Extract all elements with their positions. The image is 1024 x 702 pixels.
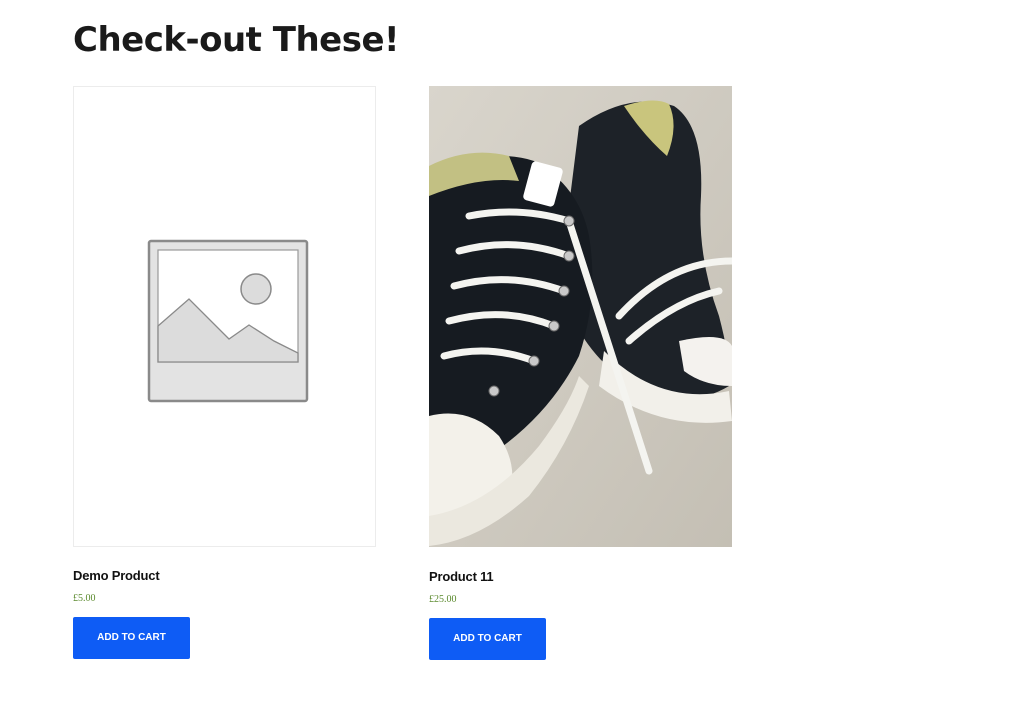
product-name[interactable]: Demo Product [73, 568, 377, 584]
product-card: Demo Product £5.00 ADD TO CART [73, 86, 377, 659]
page: Check-out These! Demo Product £5.00 ADD … [0, 0, 1024, 702]
product-price: £25.00 [429, 594, 457, 605]
product-image[interactable] [73, 86, 376, 547]
add-to-cart-button[interactable]: ADD TO CART [73, 617, 190, 659]
section-title: Check-out These! [73, 20, 400, 60]
product-name[interactable]: Product 11 [429, 569, 733, 585]
product-card: Product 11 £25.00 ADD TO CART [429, 86, 733, 660]
sneakers-photo [429, 86, 732, 547]
product-image[interactable] [429, 86, 732, 547]
placeholder-image-icon [147, 239, 309, 403]
add-to-cart-button[interactable]: ADD TO CART [429, 618, 546, 660]
product-price: £5.00 [73, 593, 96, 604]
